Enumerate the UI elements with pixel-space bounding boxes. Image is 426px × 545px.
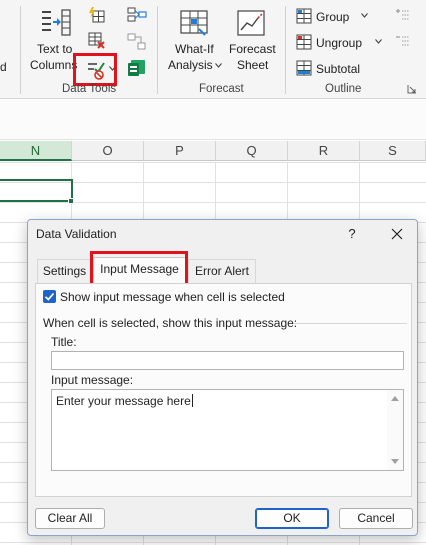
- column-header-o[interactable]: O: [72, 141, 144, 161]
- show-message-checkbox[interactable]: [43, 290, 56, 303]
- forecast-sheet-label-line2: Sheet: [237, 58, 269, 72]
- cancel-button[interactable]: Cancel: [339, 508, 413, 529]
- forecast-group-label: Forecast: [199, 83, 244, 95]
- relationships-icon[interactable]: [127, 33, 147, 51]
- section-divider: [294, 323, 407, 324]
- what-if-analysis-icon: [180, 10, 208, 36]
- column-header-q[interactable]: Q: [216, 141, 288, 161]
- clear-all-button[interactable]: Clear All: [35, 508, 105, 529]
- column-header-r[interactable]: R: [288, 141, 360, 161]
- ok-button[interactable]: OK: [255, 508, 329, 529]
- column-header-p[interactable]: P: [144, 141, 216, 161]
- title-label: Title:: [51, 335, 77, 349]
- ungroup-dropdown-icon: [375, 39, 382, 44]
- ungroup-label: Ungroup: [316, 36, 363, 50]
- column-header-s[interactable]: S: [360, 141, 426, 161]
- input-message-panel: Show input message when cell is selected…: [35, 283, 412, 497]
- partial-ribbon-label: d: [0, 60, 7, 74]
- remove-duplicates-icon[interactable]: [88, 32, 106, 50]
- data-validation-highlight: [73, 53, 117, 86]
- input-message-tab-highlight: [90, 251, 188, 286]
- consolidate-icon[interactable]: [127, 6, 147, 24]
- dialog-title: Data Validation: [36, 227, 117, 241]
- input-message-label: Input message:: [51, 373, 134, 387]
- group-label: Group: [316, 10, 350, 24]
- input-message-textarea[interactable]: Enter your message here: [51, 389, 404, 471]
- outline-group-label: Outline: [325, 83, 362, 95]
- forecast-sheet-label-line1: Forecast: [229, 42, 276, 56]
- textarea-scrollbar[interactable]: [387, 390, 403, 470]
- ribbon: d Text to Columns Data Tools What-If Ana…: [0, 0, 426, 99]
- section-label: When cell is selected, show this input m…: [43, 316, 298, 330]
- tab-settings[interactable]: Settings: [37, 259, 92, 283]
- tab-error-alert[interactable]: Error Alert: [188, 259, 256, 283]
- title-input[interactable]: [51, 351, 404, 370]
- what-if-dropdown-icon: [215, 63, 222, 68]
- scroll-down-icon[interactable]: [391, 459, 399, 464]
- column-header-n[interactable]: N: [0, 141, 72, 161]
- show-message-label[interactable]: Show input message when cell is selected: [60, 290, 285, 304]
- data-validation-dialog: Data Validation ? Settings Input Message…: [27, 219, 418, 536]
- text-to-columns-icon: [42, 9, 71, 36]
- input-message-text: Enter your message here: [56, 394, 193, 408]
- ribbon-separator: [157, 6, 158, 94]
- ribbon-separator: [20, 6, 21, 94]
- what-if-label-line2: Analysis: [168, 58, 213, 72]
- formula-bar-area: [0, 100, 426, 140]
- group-icon: [296, 8, 312, 24]
- subtotal-label: Subtotal: [316, 62, 361, 76]
- group-dropdown-icon: [361, 13, 368, 18]
- forecast-sheet-icon: [237, 10, 265, 36]
- subtotal-icon: [296, 60, 312, 76]
- show-detail-icon[interactable]: [394, 8, 410, 22]
- dialog-titlebar[interactable]: Data Validation ?: [28, 220, 417, 248]
- flash-fill-icon[interactable]: [88, 6, 106, 24]
- hide-detail-icon[interactable]: [394, 34, 410, 48]
- scroll-up-icon[interactable]: [391, 396, 399, 401]
- help-button[interactable]: ?: [342, 224, 362, 244]
- ungroup-icon: [296, 34, 312, 50]
- manage-data-model-icon[interactable]: [127, 59, 147, 78]
- text-caret: [191, 394, 193, 407]
- what-if-label-line1: What-If: [175, 42, 214, 56]
- close-icon[interactable]: [386, 224, 408, 244]
- text-to-columns-label-line1: Text to: [37, 42, 73, 56]
- data-tools-group-label: Data Tools: [62, 83, 117, 95]
- fill-handle[interactable]: [68, 198, 74, 204]
- ribbon-separator: [285, 6, 286, 94]
- active-cell[interactable]: [0, 179, 73, 202]
- checkmark-icon: [44, 292, 55, 301]
- text-to-columns-label-line2: Columns: [30, 58, 78, 72]
- outline-dialog-launcher-icon[interactable]: [407, 84, 417, 94]
- input-message-value: Enter your message here: [56, 394, 191, 408]
